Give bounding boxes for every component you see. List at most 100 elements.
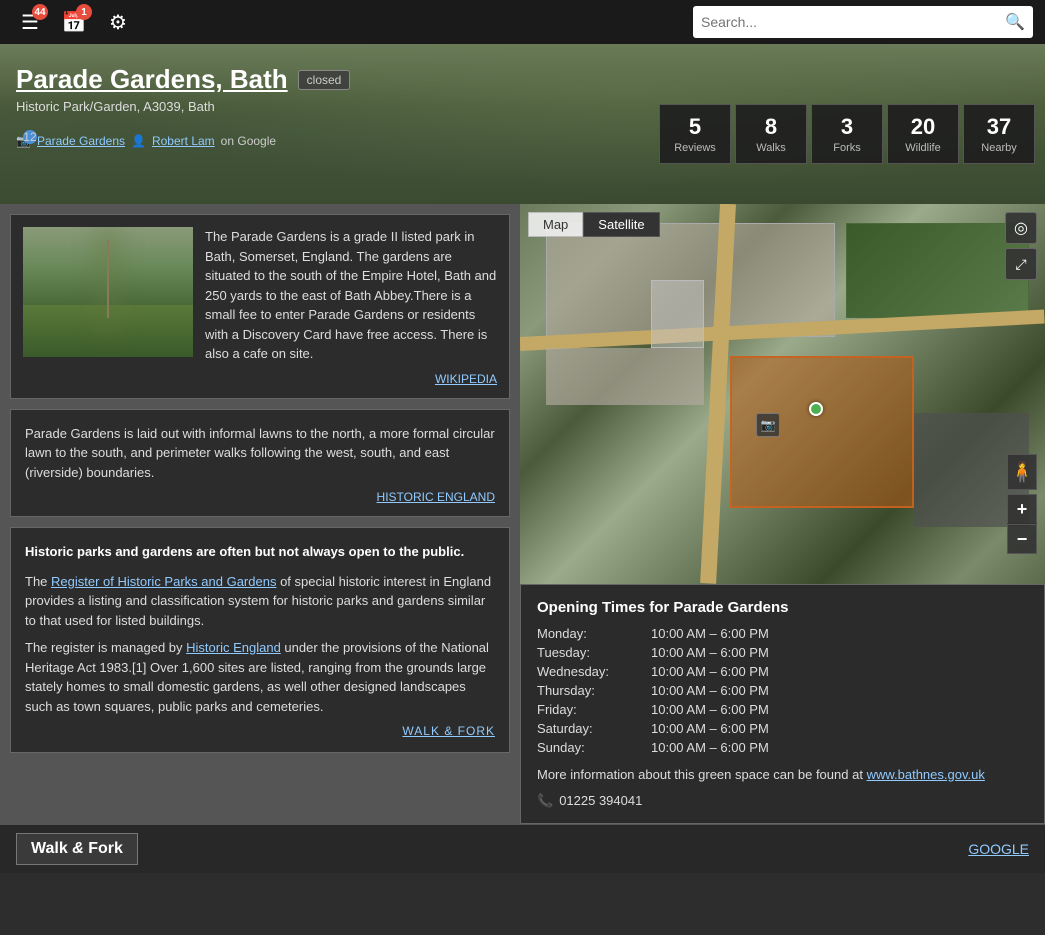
time-value: 10:00 AM – 6:00 PM [651, 683, 769, 698]
calendar-icon-wrap[interactable]: 📅 1 [56, 4, 92, 40]
description-text: The Parade Gardens is a grade II listed … [205, 227, 497, 364]
map-background: 📷 [520, 204, 1045, 584]
stat-wildlife-label: Wildlife [905, 142, 940, 154]
secondary-description-card: Parade Gardens is laid out with informal… [10, 409, 510, 518]
search-button[interactable]: 🔍 [1005, 12, 1025, 32]
thumbnail-image [23, 227, 193, 357]
right-column: 📷 Map Satellite ◎ ⤢ 🧍 + − Imagery ©2020 … [520, 204, 1045, 824]
stat-reviews[interactable]: 5 Reviews [659, 104, 731, 164]
time-day: Thursday: [537, 683, 647, 698]
stat-forks-label: Forks [833, 142, 861, 154]
map-building-4 [651, 280, 704, 348]
closed-badge: closed [298, 70, 351, 90]
map-street-view-button[interactable]: 🧍 [1007, 454, 1037, 490]
stat-wildlife[interactable]: 20 Wildlife [887, 104, 959, 164]
list-badge: 44 [32, 4, 48, 20]
map-tabs: Map Satellite [528, 212, 660, 237]
bottom-bar: Walk & Fork GOOGLE [0, 824, 1045, 873]
stat-nearby-label: Nearby [981, 142, 1016, 154]
google-link[interactable]: GOOGLE [968, 841, 1029, 857]
stat-forks-num: 3 [841, 114, 853, 140]
info-para1: The Register of Historic Parks and Garde… [25, 572, 495, 631]
stat-reviews-num: 5 [689, 114, 701, 140]
left-column: The Parade Gardens is a grade II listed … [0, 204, 520, 824]
time-value: 10:00 AM – 6:00 PM [651, 702, 769, 717]
list-icon-wrap[interactable]: ☰ 44 [12, 4, 48, 40]
time-row: Friday:10:00 AM – 6:00 PM [537, 702, 1028, 717]
historic-england-link2[interactable]: Historic England [186, 640, 281, 655]
stat-walks-num: 8 [765, 114, 777, 140]
time-day: Wednesday: [537, 664, 647, 679]
historic-england-link[interactable]: HISTORIC ENGLAND [25, 490, 495, 504]
info-para2: The register is managed by Historic Engl… [25, 638, 495, 716]
stat-nearby[interactable]: 37 Nearby [963, 104, 1035, 164]
map-green-area [846, 223, 1030, 318]
stat-reviews-label: Reviews [674, 142, 716, 154]
info-bold-text: Historic parks and gardens are often but… [25, 542, 495, 562]
map-zoom-in-button[interactable]: + [1007, 494, 1037, 524]
stats-row: 5 Reviews 8 Walks 3 Forks 20 Wildlife 37… [659, 104, 1035, 164]
map-building-2 [546, 348, 704, 405]
register-link[interactable]: Register of Historic Parks and Gardens [51, 574, 276, 589]
opening-times-title: Opening Times for Parade Gardens [537, 599, 1028, 616]
hero-section: 5 Reviews 8 Walks 3 Forks 20 Wildlife 37… [0, 44, 1045, 204]
time-value: 10:00 AM – 6:00 PM [651, 664, 769, 679]
stat-nearby-num: 37 [987, 114, 1011, 140]
time-value: 10:00 AM – 6:00 PM [651, 740, 769, 755]
more-info-text: More information about this green space … [537, 765, 1028, 785]
photographer-link[interactable]: Robert Lam [152, 134, 215, 148]
map-tab-satellite[interactable]: Satellite [583, 212, 659, 237]
gear-icon: ⚙ [109, 10, 127, 35]
search-input[interactable] [701, 14, 1005, 30]
info-para2-prefix: The register is managed by [25, 640, 186, 655]
stat-forks[interactable]: 3 Forks [811, 104, 883, 164]
photo-count-badge: 12 [23, 130, 37, 144]
description-card: The Parade Gardens is a grade II listed … [10, 214, 510, 399]
search-bar: 🔍 [693, 6, 1033, 38]
time-row: Thursday: 10:00 AM – 6:00 PM [537, 683, 1028, 698]
wikipedia-link[interactable]: WIKIPEDIA [205, 372, 497, 386]
camera-wrap: 📷 12 [16, 134, 31, 148]
time-row: Saturday: 10:00 AM – 6:00 PM [537, 721, 1028, 736]
time-day: Sunday: [537, 740, 647, 755]
time-value: 10:00 AM – 6:00 PM [651, 721, 769, 736]
time-rows: Monday: 10:00 AM – 6:00 PM Tuesday: 10:00 A… [537, 626, 1028, 755]
map-zoom-out-button[interactable]: − [1007, 524, 1037, 554]
map-container: 📷 Map Satellite ◎ ⤢ 🧍 + − Imagery ©2020 … [520, 204, 1045, 584]
place-title[interactable]: Parade Gardens, Bath [16, 64, 288, 95]
time-day: Tuesday: [537, 645, 647, 660]
time-day: Saturday: [537, 721, 647, 736]
calendar-badge: 1 [76, 4, 92, 20]
stat-walks-label: Walks [756, 142, 786, 154]
time-row: Tuesday: 10:00 AM – 6:00 PM [537, 645, 1028, 660]
stat-walks[interactable]: 8 Walks [735, 104, 807, 164]
time-row: Sunday: 10:00 AM – 6:00 PM [537, 740, 1028, 755]
time-day: Monday: [537, 626, 647, 641]
map-location-button[interactable]: ◎ [1005, 212, 1037, 244]
description-text-wrap: The Parade Gardens is a grade II listed … [205, 227, 497, 386]
title-row: Parade Gardens, Bath closed [16, 64, 1029, 95]
top-nav: ☰ 44 📅 1 ⚙ 🔍 [0, 0, 1045, 44]
map-zoom-controls: 🧍 + − [1007, 454, 1037, 554]
map-expand-button[interactable]: ⤢ [1005, 248, 1037, 280]
stat-wildlife-num: 20 [911, 114, 935, 140]
person-icon: 👤 [131, 134, 146, 148]
time-value: 10:00 AM – 6:00 PM [651, 626, 769, 641]
time-row: Monday: 10:00 AM – 6:00 PM [537, 626, 1028, 641]
photo-credit-link[interactable]: Parade Gardens [37, 134, 125, 148]
info-para1-prefix: The [25, 574, 51, 589]
fork-text: Fork [88, 840, 123, 857]
nav-left: ☰ 44 📅 1 ⚙ [12, 4, 136, 40]
walk-fork-link[interactable]: WALK & FORK [25, 724, 495, 738]
map-tab-map[interactable]: Map [528, 212, 583, 237]
map-camera-button[interactable]: 📷 [756, 413, 780, 437]
walk-fork-logo[interactable]: Walk & Fork [16, 833, 138, 865]
website-link[interactable]: www.bathnes.gov.uk [867, 767, 985, 782]
phone-row: 📞 01225 394041 [537, 793, 1028, 809]
map-controls: ◎ ⤢ [1005, 212, 1037, 280]
phone-number: 01225 394041 [559, 793, 642, 808]
settings-icon-wrap[interactable]: ⚙ [100, 4, 136, 40]
time-value: 10:00 AM – 6:00 PM [651, 645, 769, 660]
walk-text: Walk [31, 840, 68, 857]
secondary-description-text: Parade Gardens is laid out with informal… [25, 424, 495, 483]
